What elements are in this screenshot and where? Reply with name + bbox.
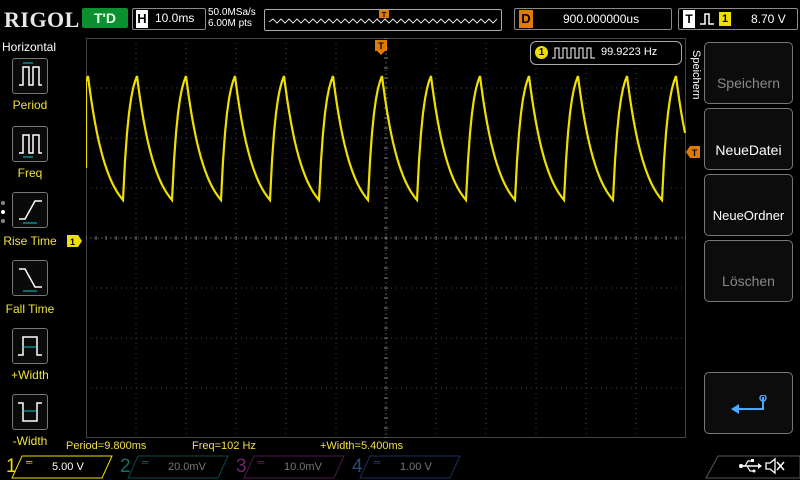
neue-datei-label: NeueDatei	[715, 142, 782, 158]
return-arrow-icon	[730, 394, 767, 414]
sample-rate: 50.0MSa/s	[208, 7, 256, 18]
trigger-source: 1	[719, 12, 731, 26]
channel-4-scale[interactable]: 1.00 V	[400, 461, 432, 473]
timebase-box[interactable]: H 10.0ms	[132, 8, 206, 30]
channel-1-scale[interactable]: 5.00 V	[52, 461, 84, 473]
delay-value: 900.000000us	[563, 12, 640, 26]
timebase-label: H	[136, 10, 148, 28]
menu-item-label: Fall Time	[5, 302, 55, 316]
timebase-value: 10.0ms	[155, 11, 195, 25]
menu-item-label: Freq	[17, 166, 43, 180]
right-menu-title: Speichern	[690, 50, 702, 100]
loeschen-button[interactable]: Löschen	[704, 240, 793, 302]
channel-marker-label: 1	[70, 237, 75, 247]
measurement-frequency: Freq=102 Hz	[192, 440, 256, 452]
trigger-level: 8.70 V	[751, 12, 786, 26]
positive-width-icon	[12, 328, 48, 364]
trigger-position-marker[interactable]: T	[375, 40, 387, 56]
menu-item-label: +Width	[11, 368, 49, 382]
negative-width-icon	[12, 394, 48, 430]
neue-ordner-label: NeueOrdner	[712, 208, 785, 223]
top-status-bar: RIGOL T'D H 10.0ms 50.0MSa/s 6.00M pts T…	[0, 0, 800, 36]
frequency-value: 99.9223 Hz	[601, 46, 658, 58]
memory-overview-strip[interactable]: T	[264, 9, 502, 31]
menu-item-label: Period	[12, 98, 48, 112]
channel-2-scale[interactable]: 20.0mV	[168, 461, 206, 473]
brand-logo: RIGOL	[4, 7, 80, 32]
svg-text:T: T	[382, 12, 387, 19]
channel-1-coupling-icon: ═	[26, 457, 33, 467]
channel-3-scale[interactable]: 10.0mV	[284, 461, 322, 473]
measurement-period: Period=9.800ms	[66, 440, 147, 452]
channel-1-offset-marker[interactable]: 1	[67, 235, 83, 247]
neue-ordner-button[interactable]: NeueOrdner	[704, 174, 793, 236]
channel-3-number[interactable]: 3	[236, 456, 247, 478]
frequency-channel: 1	[535, 46, 548, 59]
memory-waveform-icon: T	[268, 10, 498, 24]
channel-2-number[interactable]: 2	[120, 456, 131, 478]
acquisition-info: 50.0MSa/s 6.00M pts	[208, 7, 256, 29]
delay-box[interactable]: D 900.000000us	[514, 8, 672, 30]
trigger-marker-label: T	[378, 41, 384, 51]
trigger-label: T	[683, 10, 695, 28]
memory-depth: 6.00M pts	[208, 18, 252, 29]
scroll-indicator[interactable]	[0, 200, 6, 230]
trigger-level-marker-label: T	[692, 148, 698, 158]
speaker-muted-icon[interactable]	[764, 456, 786, 476]
speichern-button[interactable]: Speichern	[704, 42, 793, 104]
delay-label: D	[519, 10, 533, 28]
measurement-positive-width: +Width=5.400ms	[320, 440, 404, 452]
channel-3-coupling-icon: ═	[258, 457, 265, 467]
usb-icon	[739, 459, 762, 473]
square-wave-icon	[552, 47, 595, 59]
rise-time-icon	[12, 192, 48, 228]
period-icon	[12, 58, 48, 94]
loeschen-label: Löschen	[722, 273, 775, 289]
rising-edge-icon	[700, 13, 714, 25]
channel-1-number[interactable]: 1	[6, 456, 17, 478]
channel-2-coupling-icon: ═	[142, 457, 149, 467]
waveform-display[interactable]	[86, 38, 686, 438]
speichern-label: Speichern	[716, 75, 781, 91]
neue-datei-button[interactable]: NeueDatei	[704, 108, 793, 170]
frequency-icon	[12, 126, 48, 162]
fall-time-icon	[12, 260, 48, 296]
trigger-box[interactable]: T 1 8.70 V	[678, 8, 798, 30]
trigger-level-marker[interactable]: T	[686, 146, 700, 158]
trigger-status-badge[interactable]: T'D	[82, 8, 128, 28]
channel-4-coupling-icon: ═	[374, 457, 381, 467]
left-menu-title: Horizontal	[2, 40, 57, 54]
return-button[interactable]	[704, 372, 793, 434]
menu-item-label: Rise Time	[3, 234, 57, 248]
menu-item-label: -Width	[12, 434, 48, 448]
frequency-counter[interactable]: 1 99.9223 Hz	[530, 41, 682, 65]
channel-4-number[interactable]: 4	[352, 456, 363, 478]
